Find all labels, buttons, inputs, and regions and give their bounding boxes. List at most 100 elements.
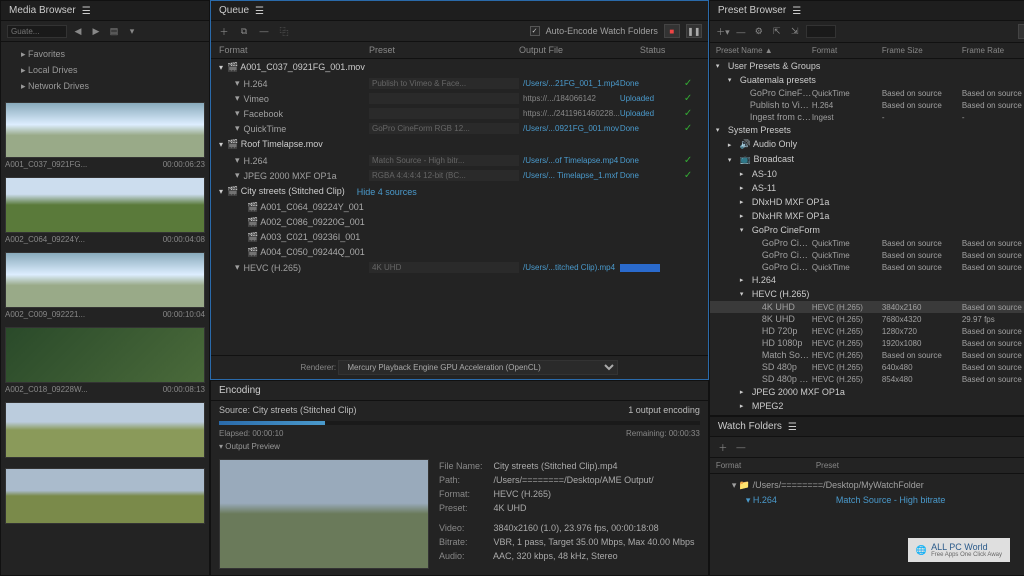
tree-item[interactable]: ▸ Favorites xyxy=(9,46,201,62)
header-output[interactable]: Output File xyxy=(519,45,640,55)
header-preset[interactable]: Preset xyxy=(369,45,519,55)
thumbnail[interactable] xyxy=(5,402,205,462)
preset-group[interactable]: ▾ GoPro CineForm xyxy=(710,223,1024,237)
preset-row[interactable]: 4K UHDHEVC (H.265)3840x2160Based on sour… xyxy=(710,301,1024,313)
header-format[interactable]: Format xyxy=(812,46,882,55)
thumbnail[interactable] xyxy=(5,468,205,528)
row-output[interactable]: /Users/...titched Clip).mp4 xyxy=(523,263,620,272)
preset-group[interactable]: ▸ AS-10 xyxy=(710,167,1024,181)
row-preset[interactable]: Publish to Vimeo & Face... xyxy=(369,78,519,89)
export-preset-icon[interactable]: ⇲ xyxy=(788,25,802,39)
preset-row[interactable]: SD 480pHEVC (H.265)640x480Based on sourc… xyxy=(710,361,1024,373)
row-output[interactable]: https://.../184066142 xyxy=(523,94,620,103)
queue-group[interactable]: ▾ 🎬 A001_C037_0921FG_001.mov xyxy=(211,59,708,76)
preset-row[interactable]: Match Source - High BitrateHEVC (H.265)B… xyxy=(710,349,1024,361)
header-frame-size[interactable]: Frame Size xyxy=(882,46,962,55)
queue-sub-clip[interactable]: 🎬 A002_C086_09220G_001 xyxy=(211,215,708,230)
duplicate-icon[interactable]: ⿻ xyxy=(277,24,291,38)
panel-menu-icon[interactable]: ☰ xyxy=(255,6,265,16)
header-preset-name[interactable]: Preset Name ▲ xyxy=(716,46,812,55)
queue-row[interactable]: ▾ HEVC (H.265)4K UHD/Users/...titched Cl… xyxy=(211,260,708,275)
pause-button[interactable]: ❚❚ xyxy=(686,24,702,38)
preset-row[interactable]: SD 480p WideHEVC (H.265)854x480Based on … xyxy=(710,373,1024,385)
queue-row[interactable]: ▾ H.264Match Source - High bitr.../Users… xyxy=(211,153,708,168)
preset-settings-icon[interactable]: ⚙ xyxy=(752,25,766,39)
chevron-down-icon[interactable]: ▾ xyxy=(235,108,240,119)
preset-group[interactable]: ▾ System Presets xyxy=(710,123,1024,137)
chevron-down-icon[interactable]: ▾ xyxy=(235,78,240,89)
preset-group[interactable]: ▸ DNxHR MXF OP1a xyxy=(710,209,1024,223)
header-frame-rate[interactable]: Frame Rate xyxy=(962,46,1024,55)
delete-preset-icon[interactable]: — xyxy=(734,25,748,39)
preset-row[interactable]: GoPro CineForm RGB 12-bit with alpha...Q… xyxy=(710,249,1024,261)
preset-row[interactable]: HD 720pHEVC (H.265)1280x720Based on sour… xyxy=(710,325,1024,337)
chevron-down-icon[interactable]: ▾ xyxy=(235,170,240,181)
thumbnail[interactable]: A002_C064_09224Y...00:00:04:08 xyxy=(5,177,205,246)
row-output[interactable]: /Users/...0921FG_001.mov xyxy=(523,124,620,133)
queue-sub-clip[interactable]: 🎬 A004_C050_09244Q_001 xyxy=(211,245,708,260)
preset-group[interactable]: ▸ MPEG2 xyxy=(710,399,1024,413)
panel-menu-icon[interactable]: ☰ xyxy=(792,6,802,16)
preset-row[interactable]: GoPro CineForm RGB 12-bit with alphaQuic… xyxy=(710,237,1024,249)
watch-folder-row[interactable]: ▾ 📁 /Users/========/Desktop/MyWatchFolde… xyxy=(718,478,1024,493)
row-output[interactable]: https://.../2411961460228... xyxy=(523,109,620,118)
wf-header-preset[interactable]: Preset xyxy=(816,461,839,470)
preset-group[interactable]: ▾ 📺 Broadcast xyxy=(710,152,1024,167)
thumbnail[interactable]: A001_C037_0921FG...00:00:06:23 xyxy=(5,102,205,171)
preset-row[interactable]: 8K UHDHEVC (H.265)7680x432029.97 fps120 … xyxy=(710,313,1024,325)
preset-group[interactable]: ▸ JPEG 2000 MXF OP1a xyxy=(710,385,1024,399)
thumbnail[interactable]: A002_C018_09228W...00:00:08:13 xyxy=(5,327,205,396)
row-preset[interactable]: GoPro CineForm RGB 12... xyxy=(369,123,519,134)
panel-menu-icon[interactable]: ☰ xyxy=(82,6,92,16)
preset-search-input[interactable] xyxy=(806,25,836,38)
preset-row[interactable]: Publish to Vimeo & FacebookH.264Based on… xyxy=(710,99,1024,111)
queue-row[interactable]: ▾ QuickTimeGoPro CineForm RGB 12.../User… xyxy=(211,121,708,136)
queue-row[interactable]: ▾ H.264Publish to Vimeo & Face.../Users/… xyxy=(211,76,708,91)
preset-group[interactable]: ▸ H.264 xyxy=(710,273,1024,287)
queue-row[interactable]: ▾ Facebook https://.../2411961460228...U… xyxy=(211,106,708,121)
new-preset-icon[interactable]: ＋▾ xyxy=(716,25,730,39)
preset-row[interactable]: GoPro CineForm RGB 12-bit with alpha (Al… xyxy=(710,87,1024,99)
panel-menu-icon[interactable]: ☰ xyxy=(788,422,798,432)
stop-button[interactable]: ■ xyxy=(664,24,680,38)
preset-group[interactable]: ▾ User Presets & Groups xyxy=(710,59,1024,73)
queue-sub-clip[interactable]: 🎬 A003_C021_09236I_001 xyxy=(211,230,708,245)
ingest-icon[interactable]: ▤ xyxy=(107,24,121,38)
row-preset[interactable]: RGBA 4:4:4:4 12-bit (BC... xyxy=(369,170,519,181)
hide-sources-link[interactable]: Hide 4 sources xyxy=(357,187,417,197)
queue-group[interactable]: ▾ 🎬 City streets (Stitched Clip)Hide 4 s… xyxy=(211,183,708,200)
row-preset[interactable] xyxy=(369,108,519,119)
media-search-input[interactable] xyxy=(7,25,67,38)
remove-folder-icon[interactable]: — xyxy=(734,440,748,454)
preset-row[interactable]: GoPro CineForm YUV 10-bitQuickTimeBased … xyxy=(710,261,1024,273)
tree-item[interactable]: ▸ Network Drives xyxy=(9,78,201,94)
row-output[interactable]: /Users/... Timelapse_1.mxf xyxy=(523,171,620,180)
preset-group[interactable]: ▸ DNxHD MXF OP1a xyxy=(710,195,1024,209)
chevron-down-icon[interactable]: ▾ xyxy=(235,93,240,104)
queue-row[interactable]: ▾ Vimeo https://.../184066142Uploaded✓ xyxy=(211,91,708,106)
chevron-left-icon[interactable]: ◀ xyxy=(71,24,85,38)
preset-row[interactable]: Ingest from cameraIngest-- xyxy=(710,111,1024,123)
preset-group[interactable]: ▸ 🔊 Audio Only xyxy=(710,137,1024,152)
chevron-down-icon[interactable]: ▾ xyxy=(235,262,240,273)
header-format[interactable]: Format xyxy=(219,45,369,55)
preset-group[interactable]: ▸ AS-11 xyxy=(710,181,1024,195)
chevron-right-icon[interactable]: ▶ xyxy=(89,24,103,38)
header-status[interactable]: Status xyxy=(640,45,700,55)
tree-item[interactable]: ▸ Local Drives xyxy=(9,62,201,78)
chevron-down-icon[interactable]: ▾ xyxy=(235,123,240,134)
add-source-icon[interactable]: ＋ xyxy=(217,24,231,38)
preset-row[interactable]: HD 1080pHEVC (H.265)1920x1080Based on so… xyxy=(710,337,1024,349)
watch-folder-preset-row[interactable]: ▾ H.264 Match Source - High bitrate xyxy=(718,493,1024,508)
add-output-icon[interactable]: ⧉ xyxy=(237,24,251,38)
renderer-select[interactable]: Mercury Playback Engine GPU Acceleration… xyxy=(338,360,618,375)
queue-sub-clip[interactable]: 🎬 A001_C064_09224Y_001 xyxy=(211,200,708,215)
import-preset-icon[interactable]: ⇱ xyxy=(770,25,784,39)
row-preset[interactable]: Match Source - High bitr... xyxy=(369,155,519,166)
queue-row[interactable]: ▾ JPEG 2000 MXF OP1aRGBA 4:4:4:4 12-bit … xyxy=(211,168,708,183)
add-folder-icon[interactable]: ＋ xyxy=(716,440,730,454)
apply-preset-button[interactable]: Apply Preset xyxy=(1018,24,1024,39)
row-output[interactable]: /Users/...21FG_001_1.mp4 xyxy=(523,79,620,88)
preset-group[interactable]: ▾ HEVC (H.265) xyxy=(710,287,1024,301)
row-output[interactable]: /Users/...of Timelapse.mp4 xyxy=(523,156,620,165)
